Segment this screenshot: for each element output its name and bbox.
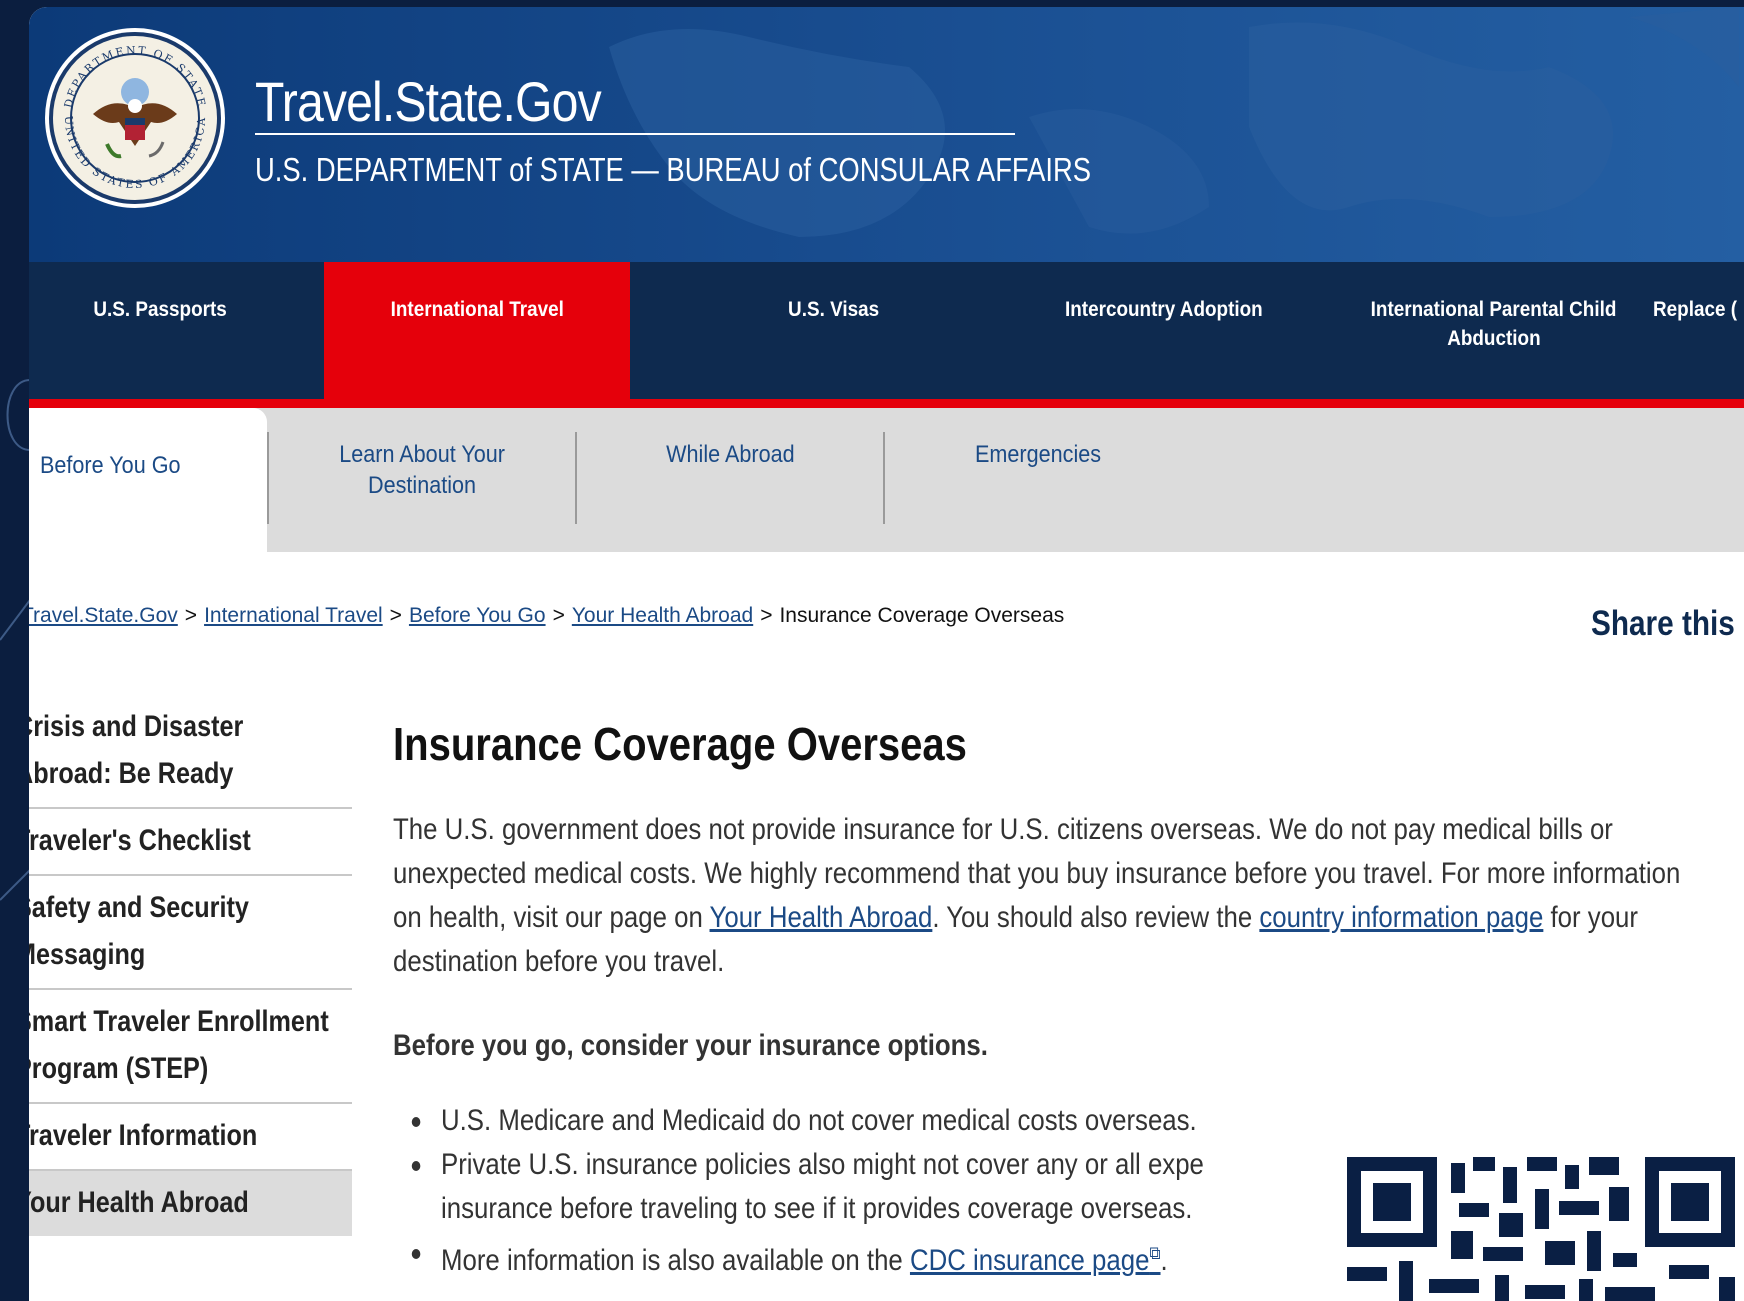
state-department-seal: DEPARTMENT OF STATE UNITED STATES OF AME… (45, 28, 225, 208)
breadcrumb-separator: > (552, 604, 565, 627)
breadcrumb-separator: > (389, 604, 402, 627)
sidebar-item-travelers-checklist[interactable]: Traveler's Checklist (29, 809, 352, 876)
breadcrumb-current: Insurance Coverage Overseas (779, 604, 1065, 627)
list-item: Private U.S. insurance policies also mig… (411, 1143, 1344, 1231)
list-item: U.S. Medicare and Medicaid do not cover … (411, 1099, 1344, 1143)
nav-us-passports[interactable]: U.S. Passports (29, 262, 292, 408)
sidebar-item-safety-and-security[interactable]: Safety and SecurityMessaging (29, 876, 352, 990)
nav-international-travel[interactable]: International Travel (324, 262, 630, 408)
subnav-before-you-go[interactable]: Before You Go (29, 408, 267, 552)
subnav-emergencies[interactable]: Emergencies (885, 408, 1191, 552)
external-link-icon: ⧉ (1149, 1243, 1161, 1263)
main-content: Insurance Coverage Overseas The U.S. gov… (393, 717, 1723, 1277)
subnav-learn-about-your-destination[interactable]: Learn About Your Destination (269, 408, 575, 552)
title-underline (255, 133, 1015, 135)
browser-page: DEPARTMENT OF STATE UNITED STATES OF AME… (29, 7, 1744, 1301)
sidebar-item-step[interactable]: Smart Traveler Enrollment Program (STEP) (29, 990, 352, 1104)
breadcrumb: Travel.State.Gov > International Travel > Be… (29, 604, 1064, 628)
nav-intercountry-adoption[interactable]: Intercountry Adoption (999, 262, 1329, 408)
secondary-nav: Before You Go Learn About Your Destinatio… (29, 408, 1744, 552)
insurance-options-heading: Before you go, consider your insurance o… (393, 1029, 988, 1062)
nav-us-visas[interactable]: U.S. Visas (669, 262, 999, 408)
link-country-information-page[interactable]: country information page (1259, 901, 1543, 934)
breadcrumb-link-your-health-abroad[interactable]: Your Health Abroad (572, 604, 753, 627)
site-header: DEPARTMENT OF STATE UNITED STATES OF AME… (29, 7, 1744, 262)
site-title[interactable]: Travel.State.Gov (255, 69, 602, 134)
nav-international-parental-child-abduction[interactable]: International Parental Child Abduction (1329, 262, 1659, 408)
breadcrumb-link-international-travel[interactable]: International Travel (204, 604, 383, 627)
breadcrumb-link-home[interactable]: Travel.State.Gov (29, 604, 178, 627)
site-subtitle: U.S. DEPARTMENT of STATE — BUREAU of CON… (255, 151, 1092, 188)
nav-replace[interactable]: Replace ( (1653, 262, 1744, 408)
breadcrumb-link-before-you-go[interactable]: Before You Go (409, 604, 546, 627)
sidebar-item-crisis-and-disaster[interactable]: Crisis and Disaster Abroad: Be Ready (29, 695, 352, 809)
subnav-while-abroad[interactable]: While Abroad (577, 408, 883, 552)
left-sidebar-nav: Crisis and Disaster Abroad: Be Ready Trav… (29, 695, 352, 1236)
sidebar-item-traveler-information[interactable]: Traveler Information (29, 1104, 352, 1171)
primary-nav: U.S. Passports International Travel U.S.… (29, 262, 1744, 408)
qr-code (1339, 1157, 1744, 1301)
intro-paragraph: The U.S. government does not provide ins… (393, 813, 1681, 978)
list-item: More information is also available on th… (411, 1231, 1344, 1283)
page-title: Insurance Coverage Overseas (393, 718, 967, 770)
link-your-health-abroad[interactable]: Your Health Abroad (710, 901, 933, 934)
breadcrumb-separator: > (760, 604, 773, 627)
breadcrumb-separator: > (184, 604, 198, 627)
sidebar-item-your-health-abroad[interactable]: Your Health Abroad (29, 1171, 352, 1236)
link-cdc-insurance-page[interactable]: CDC insurance page⧉ (910, 1243, 1161, 1277)
insurance-bullet-list: U.S. Medicare and Medicaid do not cover … (411, 1099, 1344, 1283)
share-this-button[interactable]: Share this (1591, 604, 1735, 644)
